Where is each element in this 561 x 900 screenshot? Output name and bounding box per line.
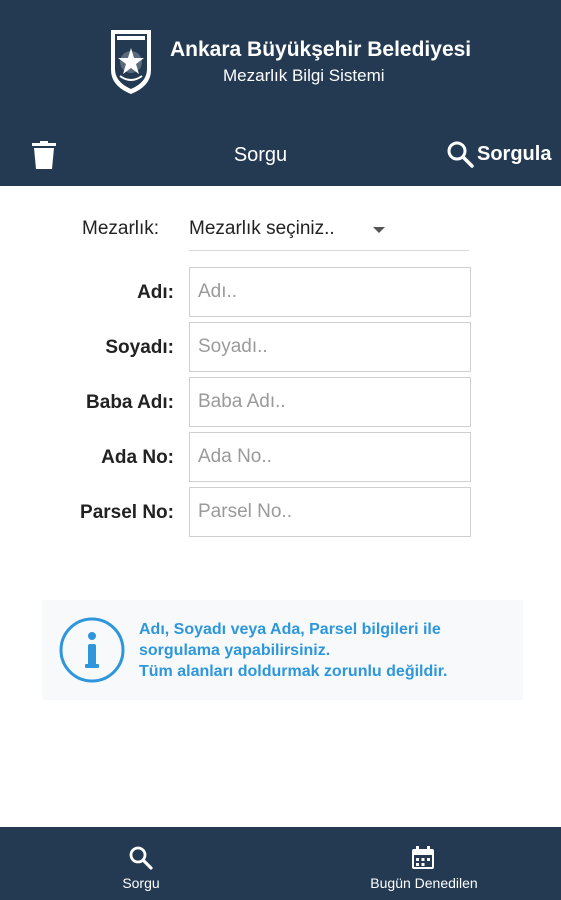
cemetery-dropdown[interactable]: Mezarlık seçiniz.. [189, 218, 469, 251]
dropdown-arrow-icon [373, 227, 385, 233]
info-line-2: sorgulama yapabilirsiniz. [139, 642, 331, 659]
father-name-label: Baba Adı: [86, 392, 174, 413]
org-title: Ankara Büyükşehir Belediyesi [170, 38, 472, 61]
info-line-3: Tüm alanları doldurmak zorunlu değildir. [139, 663, 448, 680]
block-no-label: Ada No: [101, 447, 174, 468]
first-name-label: Adı: [137, 282, 174, 303]
first-name-input[interactable] [189, 267, 471, 317]
block-no-input[interactable] [189, 432, 471, 482]
father-name-input[interactable] [189, 377, 471, 427]
nav-item-sorgu-label: Sorgu [122, 875, 160, 891]
cemetery-label: Mezarlık: [82, 218, 160, 239]
toolbar-title: Sorgu [233, 144, 288, 166]
app-header: Ankara Büyükşehir Belediyesi Mezarlık Bi… [0, 0, 561, 186]
nav-item-bugun-denedilen[interactable]: Bugün Denedilen [364, 827, 484, 900]
first-name-row: Adı: [0, 267, 561, 317]
search-icon [447, 141, 474, 168]
nav-item-sorgu[interactable]: Sorgu [110, 827, 172, 900]
info-box: Adı, Soyadı veya Ada, Parsel bilgileri i… [42, 600, 523, 700]
bottom-nav: Sorgu Bugün Denedilen [0, 827, 561, 900]
info-icon [59, 617, 125, 683]
father-name-row: Baba Adı: [0, 377, 561, 427]
org-subtitle: Mezarlık Bilgi Sistemi [223, 66, 385, 85]
parcel-no-row: Parsel No: [0, 487, 561, 537]
info-text: Adı, Soyadı veya Ada, Parsel bilgileri i… [139, 619, 447, 682]
parcel-no-input[interactable] [189, 487, 471, 537]
surname-label: Soyadı: [105, 337, 174, 358]
block-no-row: Ada No: [0, 432, 561, 482]
search-form: Mezarlık: Mezarlık seçiniz.. Adı: Soyadı… [0, 186, 561, 827]
info-line-1: Adı, Soyadı veya Ada, Parsel bilgileri i… [139, 621, 441, 638]
cemetery-dropdown-value: Mezarlık seçiniz.. [189, 218, 335, 239]
parcel-no-label: Parsel No: [80, 502, 174, 523]
search-icon [129, 846, 153, 870]
surname-row: Soyadı: [0, 322, 561, 372]
nav-item-bugun-label: Bugün Denedilen [370, 875, 478, 891]
calendar-icon [412, 846, 434, 869]
ankara-logo-icon [111, 30, 151, 94]
query-button-label: Sorgula [477, 142, 552, 165]
surname-input[interactable] [189, 322, 471, 372]
query-button[interactable]: Sorgula [446, 140, 551, 168]
